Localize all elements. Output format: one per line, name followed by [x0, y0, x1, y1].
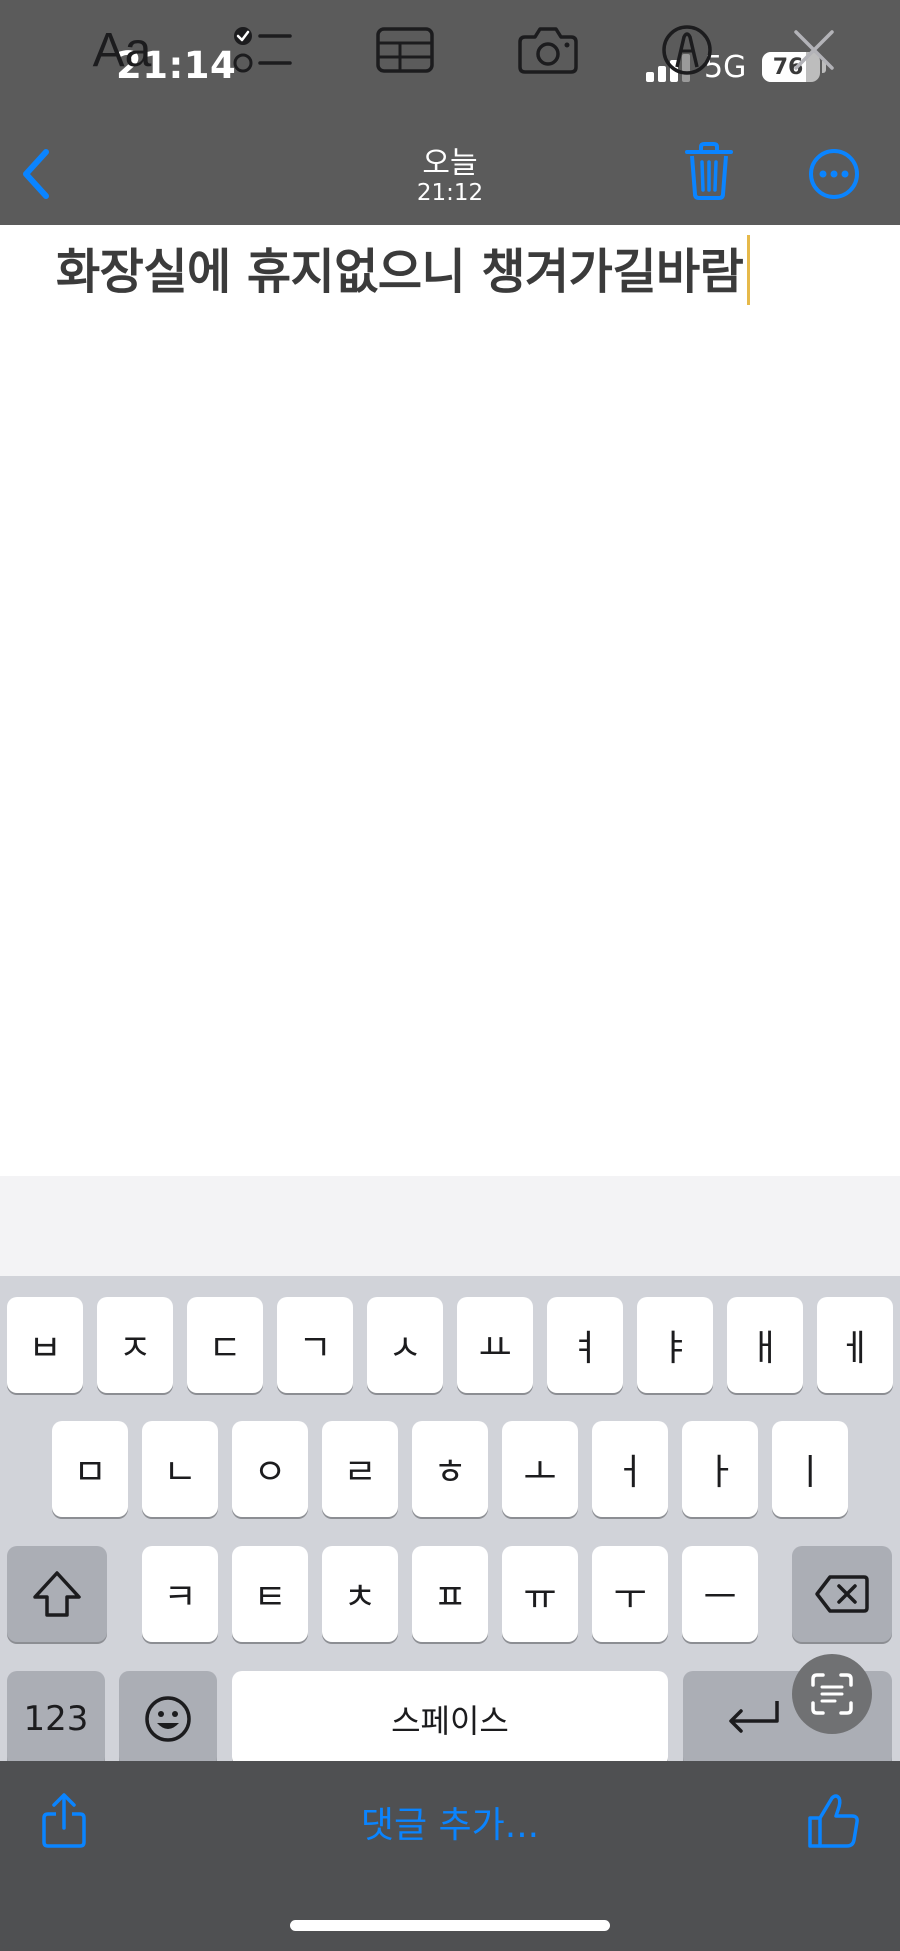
key[interactable]: ㅅ: [367, 1297, 443, 1393]
delete-button[interactable]: [684, 142, 734, 200]
like-button[interactable]: [806, 1792, 862, 1850]
text-style-button[interactable]: Aa: [86, 18, 158, 82]
checklist-button[interactable]: [228, 18, 298, 82]
space-key[interactable]: 스페이스: [232, 1671, 668, 1767]
key[interactable]: ㅏ: [682, 1421, 758, 1517]
close-toolbar-button[interactable]: [788, 18, 840, 82]
markup-pen-icon: [662, 25, 712, 75]
home-indicator: [290, 1920, 610, 1931]
table-button[interactable]: [372, 18, 438, 82]
ellipsis-circle-icon: [809, 149, 859, 199]
key[interactable]: ㅜ: [592, 1546, 668, 1642]
back-button[interactable]: [16, 146, 56, 202]
note-text: 화장실에 휴지없으니 챙겨가길바람: [56, 244, 744, 300]
key[interactable]: ㅐ: [727, 1297, 803, 1393]
key[interactable]: ㅇ: [232, 1421, 308, 1517]
key[interactable]: ㅓ: [592, 1421, 668, 1517]
key[interactable]: ㅡ: [682, 1546, 758, 1642]
trash-icon: [685, 142, 733, 200]
key[interactable]: ㅕ: [547, 1297, 623, 1393]
chevron-left-icon: [23, 149, 49, 199]
key[interactable]: ㅈ: [97, 1297, 173, 1393]
key[interactable]: ㅎ: [412, 1421, 488, 1517]
emoji-key[interactable]: [119, 1671, 217, 1767]
key[interactable]: ㅌ: [232, 1546, 308, 1642]
nav-title: 오늘: [422, 146, 478, 181]
key[interactable]: ㄷ: [187, 1297, 263, 1393]
key[interactable]: ㅗ: [502, 1421, 578, 1517]
key[interactable]: ㄹ: [322, 1421, 398, 1517]
key[interactable]: ㅑ: [637, 1297, 713, 1393]
table-icon: [376, 27, 434, 73]
note-body[interactable]: 화장실에 휴지없으니 챙겨가길바람: [56, 232, 751, 305]
key[interactable]: ㅛ: [457, 1297, 533, 1393]
scan-text-button[interactable]: [792, 1654, 872, 1734]
close-icon: [794, 30, 834, 70]
key[interactable]: ㅊ: [322, 1546, 398, 1642]
more-options-button[interactable]: [808, 148, 860, 200]
key[interactable]: ㅁ: [52, 1421, 128, 1517]
nav-subtitle: 21:12: [416, 180, 484, 206]
camera-icon: [518, 27, 578, 74]
key[interactable]: ㅣ: [772, 1421, 848, 1517]
markup-button[interactable]: [656, 18, 718, 82]
return-icon: [728, 1701, 779, 1733]
backspace-key[interactable]: [792, 1546, 892, 1642]
text-caret: [747, 235, 751, 305]
key[interactable]: ㅠ: [502, 1546, 578, 1642]
numbers-key[interactable]: 123: [7, 1671, 105, 1767]
key[interactable]: ㄴ: [142, 1421, 218, 1517]
key[interactable]: ㅔ: [817, 1297, 893, 1393]
key[interactable]: ㅍ: [412, 1546, 488, 1642]
camera-button[interactable]: [515, 18, 581, 82]
checklist-icon: [233, 27, 292, 73]
backspace-icon: [815, 1575, 869, 1613]
scan-text-icon: [811, 1673, 853, 1715]
shift-key[interactable]: [7, 1546, 107, 1642]
share-button[interactable]: [40, 1792, 88, 1850]
add-comment-button[interactable]: 댓글 추가...: [300, 1796, 600, 1848]
key[interactable]: ㄱ: [277, 1297, 353, 1393]
emoji-icon: [145, 1696, 191, 1742]
key[interactable]: ㅋ: [142, 1546, 218, 1642]
share-icon: [42, 1793, 86, 1848]
format-toolbar: [0, 1176, 900, 1276]
shift-icon: [33, 1571, 81, 1617]
key[interactable]: ㅂ: [7, 1297, 83, 1393]
thumbs-up-icon: [808, 1794, 859, 1848]
